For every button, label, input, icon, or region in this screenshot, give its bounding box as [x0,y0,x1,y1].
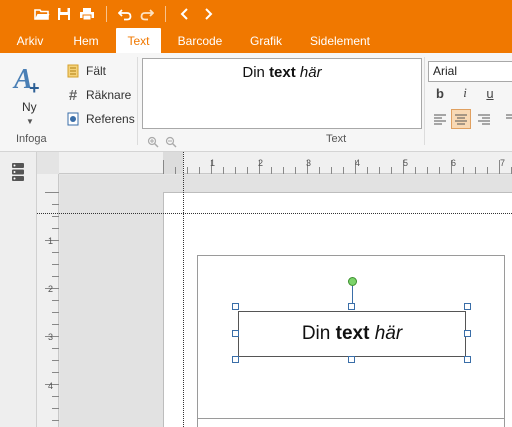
underline-button[interactable]: u [480,83,500,103]
h-ruler-label: 7 [500,158,506,168]
redo-icon[interactable] [137,4,157,24]
ribbon-panel: A + Ny ▼ Fält # Räknare Referens Infoga … [0,53,512,152]
field-button-label: Fält [86,64,107,78]
v-ruler-label: 1 [48,236,54,246]
h-ruler-label: 1 [210,158,216,168]
hash-icon: # [68,86,78,104]
tab-sidelement[interactable]: Sidelement [303,28,377,53]
h-ruler-label: 5 [403,158,409,168]
text-object-prefix: Din [301,323,336,344]
v-ruler-label: 4 [48,381,54,391]
zoom-out-icon[interactable] [165,135,177,148]
align-right-icon[interactable] [474,109,494,129]
new-text-button[interactable]: A + [8,59,52,125]
chevron-down-icon[interactable]: ▼ [26,117,34,126]
preview-prefix: Din [242,64,270,81]
quick-access-toolbar [0,0,512,28]
text-object[interactable]: Din text här [238,311,466,357]
label-divider [197,418,505,419]
horizontal-guide-line[interactable] [37,213,512,214]
left-toolbar [0,152,37,427]
h-ruler-label: 4 [355,158,361,168]
print-icon[interactable] [77,4,97,24]
italic-button[interactable]: i [455,83,475,103]
folder-open-icon[interactable] [32,4,52,24]
tab-hem[interactable]: Hem [62,28,110,53]
text-style-preview[interactable]: Din text här [142,58,422,129]
group-separator [137,57,138,145]
resize-handle-se[interactable] [464,356,471,363]
text-object-bold: text [335,323,370,344]
resize-handle-s[interactable] [348,356,355,363]
undo-icon[interactable] [115,4,135,24]
svg-text:+: + [29,78,40,97]
resize-handle-sw[interactable] [232,356,239,363]
reference-button[interactable]: Referens [66,109,135,129]
field-icon [66,64,80,78]
save-icon[interactable] [54,4,74,24]
align-left-icon[interactable] [430,109,450,129]
preview-bold: text [269,64,296,81]
v-ruler-label: 3 [48,332,54,342]
horizontal-ruler: 1 2 3 4 5 6 7 [37,152,512,174]
back-icon[interactable] [175,4,195,24]
counter-button[interactable]: # Räknare [66,85,132,105]
bold-button[interactable]: b [430,83,450,103]
resize-handle-ne[interactable] [464,303,471,310]
toolbar-separator [165,6,166,22]
tab-grafik[interactable]: Grafik [240,28,292,53]
forward-icon[interactable] [198,4,218,24]
v-ruler-label: 2 [48,284,54,294]
resize-handle-w[interactable] [232,330,239,337]
toolbar-separator [106,6,107,22]
resize-handle-n[interactable] [348,303,355,310]
text-object-italic: här [374,323,403,344]
h-ruler-label: 3 [306,158,312,168]
horizontal-ruler-ticks [163,160,512,174]
h-ruler-label: 6 [451,158,457,168]
tab-arkiv[interactable]: Arkiv [6,28,54,53]
vertical-ruler: 1 2 3 4 [37,174,59,427]
font-name-select[interactable]: Arial [428,61,512,82]
preview-italic: här [299,64,322,81]
reference-button-label: Referens [86,112,135,126]
reference-icon [66,112,80,126]
rotate-handle[interactable] [348,277,357,286]
align-center-icon[interactable] [451,109,471,129]
resize-handle-nw[interactable] [232,303,239,310]
text-group-label: Text [326,133,347,145]
insert-group-label: Infoga [16,133,47,145]
vertical-guide-line[interactable] [183,152,184,427]
app-window: Arkiv Hem Text Barcode Grafik Sidelement… [0,0,512,427]
tab-barcode[interactable]: Barcode [170,28,230,53]
text-add-icon: A + [12,64,40,97]
zoom-in-icon[interactable] [147,135,159,148]
ribbon-tabs: Arkiv Hem Text Barcode Grafik Sidelement [0,28,512,53]
line-spacing-icon[interactable] [500,109,512,129]
tab-text[interactable]: Text [116,28,161,53]
field-button[interactable]: Fält [66,61,106,81]
group-separator [424,57,425,145]
new-button-label: Ny [22,100,37,114]
resize-handle-e[interactable] [464,330,471,337]
h-ruler-label: 2 [258,158,264,168]
counter-button-label: Räknare [86,88,132,102]
object-list-icon[interactable] [6,160,30,184]
